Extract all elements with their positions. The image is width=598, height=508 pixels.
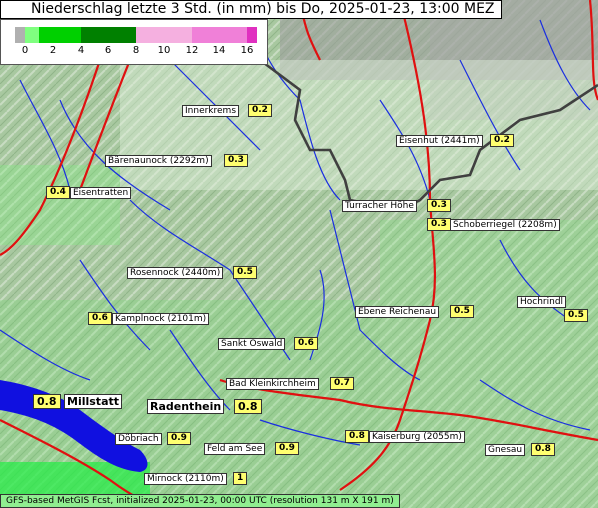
place-label-bad-kleinkirchheim: Bad Kleinkirchheim <box>226 378 319 390</box>
legend-tick: 12 <box>185 45 199 56</box>
place-label-kaiserburg: Kaiserburg (2055m) <box>369 431 465 443</box>
value-ebene-reichenau: 0.5 <box>450 305 474 318</box>
value-eisenhut: 0.2 <box>490 134 514 147</box>
value-feld-am-see: 0.9 <box>275 442 299 455</box>
place-label-gnesau: Gnesau <box>485 444 526 456</box>
light-precip-zone <box>120 60 598 190</box>
place-label-radenthein: Radenthein <box>147 399 225 414</box>
place-label-sankt-oswald: Sankt Oswald <box>218 338 286 350</box>
place-label-baerenaunock: Bärenaunock (2292m) <box>105 155 212 167</box>
value-eisentratten: 0.4 <box>46 186 70 199</box>
legend-tick: 0 <box>21 45 29 56</box>
legend-tick: 14 <box>212 45 226 56</box>
precipitation-map <box>0 0 598 508</box>
value-kaiserburg: 0.8 <box>345 430 369 443</box>
place-label-rosennock: Rosennock (2440m) <box>127 267 224 279</box>
place-label-ebene-reichenau: Ebene Reichenau <box>355 306 440 318</box>
value-sankt-oswald: 0.6 <box>294 337 318 350</box>
model-info-footer: GFS-based MetGIS Fcst, initialized 2025-… <box>0 494 400 508</box>
value-millstatt: 0.8 <box>33 394 61 409</box>
map-title: Niederschlag letzte 3 Std. (in mm) bis D… <box>0 0 502 19</box>
legend-tick: 6 <box>104 45 112 56</box>
value-gnesau: 0.8 <box>531 443 555 456</box>
legend-color-green <box>39 27 81 43</box>
place-label-innerkrems: Innerkrems <box>182 105 240 117</box>
value-schoberriegel: 0.3 <box>427 218 451 231</box>
legend-tick: 16 <box>240 45 254 56</box>
legend-tick: 2 <box>49 45 57 56</box>
value-rosennock: 0.5 <box>233 266 257 279</box>
place-label-kamplnock: Kamplnock (2101m) <box>112 313 210 325</box>
value-mirnock: 1 <box>233 472 248 485</box>
value-hochrindl: 0.5 <box>564 309 588 322</box>
value-bad-kleinkirchheim: 0.7 <box>330 377 354 390</box>
value-kamplnock: 0.6 <box>88 312 112 325</box>
value-turracher: 0.3 <box>427 199 451 212</box>
place-label-schoberriegel: Schoberriegel (2208m) <box>450 219 560 231</box>
green-zone-west <box>0 165 120 245</box>
value-innerkrems: 0.2 <box>248 104 272 117</box>
legend-tick: 4 <box>77 45 85 56</box>
place-label-eisenhut: Eisenhut (2441m) <box>396 135 483 147</box>
place-label-feld-am-see: Feld am See <box>204 443 266 455</box>
legend-color-grey <box>15 27 25 43</box>
place-label-hochrindl: Hochrindl <box>517 296 567 308</box>
value-doebriach: 0.9 <box>167 432 191 445</box>
legend-color-magenta <box>247 27 257 43</box>
legend-color-light-green <box>25 27 39 43</box>
legend-color-light-pink <box>136 27 192 43</box>
value-radenthein: 0.8 <box>234 399 262 414</box>
legend-color-pink <box>192 27 247 43</box>
place-label-millstatt: Millstatt <box>64 394 123 409</box>
legend-tick: 8 <box>132 45 140 56</box>
legend-tick: 10 <box>157 45 171 56</box>
place-label-turracher: Turracher Höhe <box>342 200 417 212</box>
place-label-eisentratten: Eisentratten <box>70 187 132 199</box>
place-label-doebriach: Döbriach <box>115 433 162 445</box>
value-baerenaunock: 0.3 <box>224 154 248 167</box>
legend-color-dark-green <box>81 27 136 43</box>
green-zone-east <box>380 220 598 508</box>
legend: 0 2 4 6 8 10 12 14 16 <box>0 19 268 65</box>
place-label-mirnock: Mirnock (2110m) <box>144 473 227 485</box>
